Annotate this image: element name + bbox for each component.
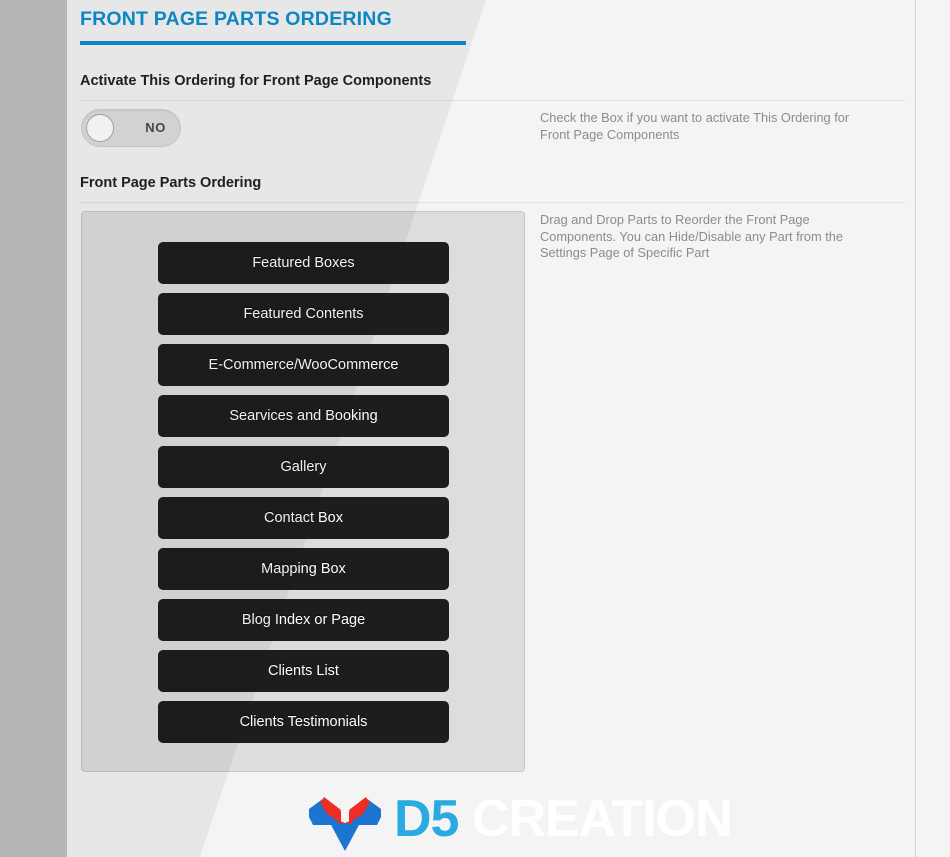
logo-wordmark: D5 CREATION [394,786,733,852]
d5-logo-mark-icon [308,790,382,852]
content-column: FRONT PAGE PARTS ORDERING Activate This … [67,0,950,857]
field-description-ordering: Drag and Drop Parts to Reorder the Front… [540,212,844,260]
sortable-part-item[interactable]: Contact Box [158,497,449,539]
activate-ordering-toggle[interactable]: NO [81,109,181,147]
sortable-part-item[interactable]: Blog Index or Page [158,599,449,641]
toggle-knob[interactable] [86,114,114,142]
admin-settings-page: FRONT PAGE PARTS ORDERING Activate This … [0,0,950,857]
settings-form: FRONT PAGE PARTS ORDERING Activate This … [80,0,916,857]
field-divider [80,100,905,101]
sortable-part-item[interactable]: Mapping Box [158,548,449,590]
sortable-part-item[interactable]: Clients Testimonials [158,701,449,743]
sortable-part-item[interactable]: Featured Boxes [158,242,449,284]
logo-word-d5: D5 [394,790,459,848]
field-label-activate: Activate This Ordering for Front Page Co… [80,73,432,89]
sortable-part-item[interactable]: E-Commerce/WooCommerce [158,344,449,386]
d5-creation-logo: D5 CREATION [308,788,733,854]
parts-ordering-panel: Featured Boxes Featured Contents E-Commerc… [81,211,525,772]
sortable-part-item[interactable]: Gallery [158,446,449,488]
field-description-activate: Check the Box if you want to activate Th… [540,110,850,142]
sortable-parts-list[interactable]: Featured Boxes Featured Contents E-Commerc… [158,242,449,752]
sortable-part-item[interactable]: Searvices and Booking [158,395,449,437]
page-title: FRONT PAGE PARTS ORDERING [80,8,392,30]
field-divider [80,202,905,203]
field-label-ordering: Front Page Parts Ordering [80,175,262,191]
toggle-state-label: NO [145,120,166,135]
title-underline [80,41,466,45]
logo-word-creation: CREATION [471,790,733,848]
sortable-part-item[interactable]: Clients List [158,650,449,692]
admin-menu-rail [0,0,67,857]
sortable-part-item[interactable]: Featured Contents [158,293,449,335]
